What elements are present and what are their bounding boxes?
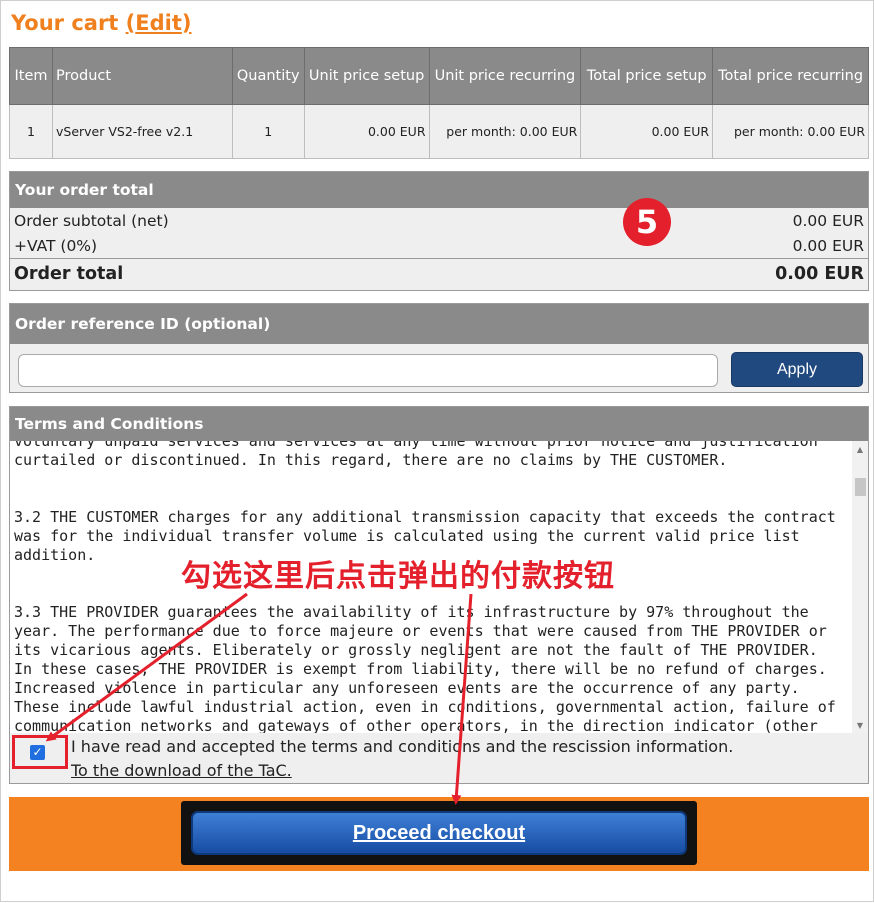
terms-heading: Terms and Conditions: [10, 407, 868, 441]
order-total-value: 0.00 EUR: [775, 263, 864, 284]
edit-open-paren: (: [125, 11, 136, 35]
header-item: Item: [9, 47, 53, 105]
order-reference-heading: Order reference ID (optional): [10, 304, 868, 344]
page: Your cart (Edit) Item Product Quantity U…: [0, 0, 874, 902]
vat-row: +VAT (0%) 0.00 EUR: [10, 233, 868, 258]
checkbox-highlight-box: ✓: [12, 735, 68, 769]
header-unit-price-setup: Unit price setup: [303, 47, 430, 105]
subtotal-row: Order subtotal (net) 0.00 EUR: [10, 208, 868, 233]
cell-unit-price-setup: 0.00 EUR: [303, 104, 430, 159]
accept-terms-row: ✓ I have read and accepted the terms and…: [10, 733, 868, 784]
order-total-row: Order total 0.00 EUR: [10, 258, 868, 288]
accept-terms-label[interactable]: I have read and accepted the terms and c…: [71, 737, 733, 756]
edit-close-paren: ): [181, 11, 192, 35]
accept-terms-checkbox[interactable]: ✓: [30, 745, 45, 760]
checkout-bar: Proceed checkout: [9, 797, 869, 871]
order-reference-panel: Order reference ID (optional) Apply: [9, 303, 869, 393]
scroll-up-arrow-icon[interactable]: ▲: [852, 441, 868, 457]
order-total-panel: Your order total Order subtotal (net) 0.…: [9, 171, 869, 291]
header-quantity: Quantity: [231, 47, 305, 105]
cell-total-price-recurring: per month: 0.00 EUR: [712, 104, 869, 159]
scroll-thumb[interactable]: [855, 478, 866, 496]
header-total-price-setup: Total price setup: [580, 47, 714, 105]
scroll-down-arrow-icon[interactable]: ▼: [852, 717, 868, 733]
subtotal-value: 0.00 EUR: [792, 211, 864, 230]
terms-scrollbar[interactable]: ▲ ▼: [852, 441, 868, 733]
cart-table: Item Product Quantity Unit price setup U…: [9, 47, 869, 159]
cell-product: vServer VS2-free v2.1: [51, 104, 233, 159]
subtotal-label: Order subtotal (net): [14, 211, 169, 230]
checkout-highlight-frame: Proceed checkout: [181, 801, 697, 865]
cell-item: 1: [9, 104, 53, 159]
download-tac-link[interactable]: To the download of the TaC.: [71, 761, 292, 780]
header-product: Product: [51, 47, 233, 105]
step-number-badge: 5: [623, 198, 671, 246]
vat-label: +VAT (0%): [14, 236, 98, 255]
vat-value: 0.00 EUR: [792, 236, 864, 255]
edit-link[interactable]: (Edit): [126, 11, 192, 35]
cell-unit-price-recurring: per month: 0.00 EUR: [428, 104, 582, 159]
order-reference-input[interactable]: [18, 354, 718, 387]
order-total-heading: Your order total: [10, 172, 868, 208]
header-unit-price-recurring: Unit price recurring: [428, 47, 582, 105]
cell-quantity: 1: [231, 104, 305, 159]
terms-panel: Terms and Conditions voluntary unpaid se…: [9, 406, 869, 784]
cart-title: Your cart (Edit): [11, 11, 192, 35]
edit-label: Edit: [135, 11, 182, 35]
cart-title-text: Your cart: [11, 11, 119, 35]
header-total-price-recurring: Total price recurring: [712, 47, 869, 105]
table-row: 1 vServer VS2-free v2.1 1 0.00 EUR per m…: [9, 104, 869, 159]
cart-table-header-row: Item Product Quantity Unit price setup U…: [9, 47, 869, 105]
annotation-label: 勾选这里后点击弹出的付款按钮: [181, 559, 615, 594]
cell-total-price-setup: 0.00 EUR: [580, 104, 714, 159]
proceed-checkout-button[interactable]: Proceed checkout: [191, 811, 687, 855]
order-total-label: Order total: [14, 263, 124, 284]
apply-button[interactable]: Apply: [731, 352, 863, 387]
